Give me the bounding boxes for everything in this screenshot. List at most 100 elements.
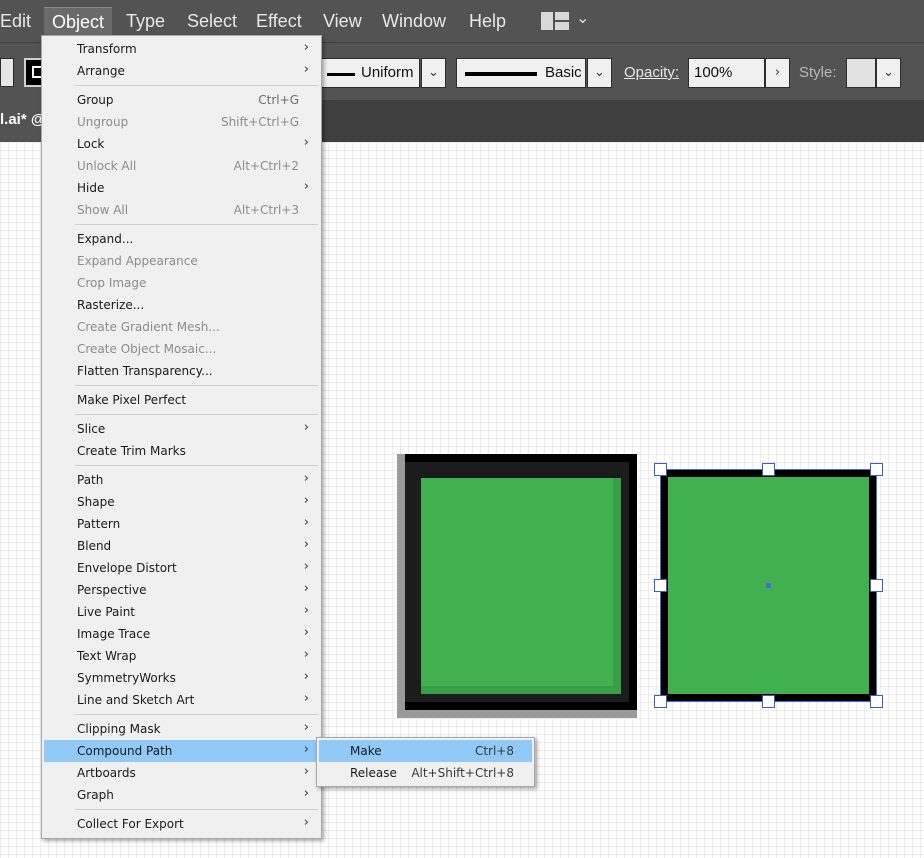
menu-item-hide[interactable]: Hide ›	[44, 177, 319, 199]
menu-view[interactable]: View	[315, 7, 370, 35]
menu-item-graph[interactable]: Graph ›	[44, 784, 319, 806]
resize-handle-bottom-right[interactable]	[870, 695, 883, 708]
menu-item-rasterize[interactable]: Rasterize...	[44, 294, 319, 316]
opacity-input[interactable]: 100%	[688, 58, 765, 88]
menu-item-artboards[interactable]: Artboards ›	[44, 762, 319, 784]
resize-handle-top[interactable]	[762, 463, 775, 476]
submenu-item-shortcut: Alt+Shift+Ctrl+8	[411, 766, 514, 780]
menu-item-compound-path[interactable]: Compound Path ›	[44, 740, 319, 762]
menu-item-perspective[interactable]: Perspective ›	[44, 579, 319, 601]
chevron-right-icon: ›	[303, 720, 309, 735]
profile-dropdown-button[interactable]: ⌄	[421, 58, 446, 88]
menu-item-transform[interactable]: Transform ›	[44, 38, 319, 60]
menu-help[interactable]: Help	[461, 7, 514, 35]
menu-item-label: Rasterize...	[77, 298, 145, 312]
menu-item-make-pixel-perfect[interactable]: Make Pixel Perfect	[44, 389, 319, 411]
compound-path-submenu: Make Ctrl+8 Release Alt+Shift+Ctrl+8	[316, 737, 535, 787]
menu-item-collect-for-export[interactable]: Collect For Export ›	[44, 813, 319, 835]
menu-item-show-all[interactable]: Show All Alt+Ctrl+3	[44, 199, 319, 221]
workspace-switcher-icon[interactable]	[541, 12, 569, 30]
menu-item-label: Expand Appearance	[77, 254, 198, 268]
menu-item-crop-image[interactable]: Crop Image	[44, 272, 319, 294]
menu-item-symmetryworks[interactable]: SymmetryWorks ›	[44, 667, 319, 689]
menu-item-unlock-all[interactable]: Unlock All Alt+Ctrl+2	[44, 155, 319, 177]
menu-item-line-and-sketch-art[interactable]: Line and Sketch Art ›	[44, 689, 319, 711]
variable-width-profile[interactable]: Uniform	[320, 58, 420, 88]
menu-item-label: Perspective	[77, 583, 147, 597]
menu-item-label: Transform	[77, 42, 137, 56]
menu-item-label: Crop Image	[77, 276, 147, 290]
menu-item-label: Show All	[77, 203, 129, 217]
opacity-label[interactable]: Opacity:	[624, 64, 679, 81]
menu-item-image-trace[interactable]: Image Trace ›	[44, 623, 319, 645]
menu-item-arrange[interactable]: Arrange ›	[44, 60, 319, 82]
menu-item-label: Path	[77, 473, 104, 487]
menu-select[interactable]: Select	[179, 7, 245, 35]
chevron-right-icon: ›	[303, 420, 309, 435]
profile-label: Uniform	[361, 64, 414, 81]
menu-separator	[75, 714, 318, 715]
menu-item-label: Lock	[77, 137, 105, 151]
chevron-down-icon[interactable]: ⌄	[576, 8, 589, 27]
style-dropdown-button[interactable]: ⌄	[876, 58, 901, 88]
menu-item-label: Graph	[77, 788, 114, 802]
chevron-right-icon: ›	[303, 786, 309, 801]
menu-object[interactable]: Object	[44, 7, 113, 35]
chevron-right-icon: ›	[303, 581, 309, 596]
fill-swatch[interactable]	[0, 58, 14, 87]
menu-item-shape[interactable]: Shape ›	[44, 491, 319, 513]
menu-item-live-paint[interactable]: Live Paint ›	[44, 601, 319, 623]
menu-item-text-wrap[interactable]: Text Wrap ›	[44, 645, 319, 667]
resize-handle-bottom[interactable]	[762, 695, 775, 708]
menu-item-label: Collect For Export	[77, 817, 184, 831]
menu-item-ungroup[interactable]: Ungroup Shift+Ctrl+G	[44, 111, 319, 133]
opacity-value: 100%	[694, 64, 733, 81]
menu-item-label: Text Wrap	[77, 649, 137, 663]
opacity-slider-button[interactable]: ›	[765, 58, 790, 88]
menu-item-create-object-mosaic[interactable]: Create Object Mosaic...	[44, 338, 319, 360]
menu-item-lock[interactable]: Lock ›	[44, 133, 319, 155]
submenu-item-make[interactable]: Make Ctrl+8	[319, 740, 532, 762]
menu-item-label: Create Gradient Mesh...	[77, 320, 220, 334]
document-tab-label: l.ai* @	[0, 111, 46, 128]
chevron-right-icon: ›	[303, 493, 309, 508]
menu-separator	[75, 385, 318, 386]
menu-effect[interactable]: Effect	[248, 7, 310, 35]
menu-window[interactable]: Window	[374, 7, 454, 35]
menu-item-envelope-distort[interactable]: Envelope Distort ›	[44, 557, 319, 579]
menu-item-label: Expand...	[77, 232, 134, 246]
menu-item-create-trim-marks[interactable]: Create Trim Marks	[44, 440, 319, 462]
chevron-right-icon: ›	[303, 471, 309, 486]
stroke-line-icon	[327, 73, 355, 76]
menu-item-flatten-transparency[interactable]: Flatten Transparency...	[44, 360, 319, 382]
resize-handle-top-right[interactable]	[870, 463, 883, 476]
graphic-style-swatch[interactable]	[846, 58, 876, 88]
resize-handle-right[interactable]	[870, 579, 883, 592]
menu-edit[interactable]: Edit	[0, 7, 39, 35]
resize-handle-left[interactable]	[654, 579, 667, 592]
menu-item-create-gradient-mesh[interactable]: Create Gradient Mesh...	[44, 316, 319, 338]
brush-dropdown-button[interactable]: ⌄	[587, 58, 612, 88]
menu-item-path[interactable]: Path ›	[44, 469, 319, 491]
chevron-right-icon: ›	[303, 603, 309, 618]
menu-separator	[75, 809, 318, 810]
menu-item-label: Create Object Mosaic...	[77, 342, 217, 356]
menu-item-clipping-mask[interactable]: Clipping Mask ›	[44, 718, 319, 740]
menu-item-pattern[interactable]: Pattern ›	[44, 513, 319, 535]
brush-definition[interactable]: Basic	[456, 58, 586, 88]
resize-handle-bottom-left[interactable]	[654, 695, 667, 708]
brush-label: Basic	[545, 64, 582, 81]
menu-type[interactable]: Type	[118, 7, 173, 35]
chevron-right-icon: ›	[303, 691, 309, 706]
menu-item-label: Blend	[77, 539, 112, 553]
menu-item-blend[interactable]: Blend ›	[44, 535, 319, 557]
menu-item-slice[interactable]: Slice ›	[44, 418, 319, 440]
menu-item-expand-appearance[interactable]: Expand Appearance	[44, 250, 319, 272]
chevron-right-icon: ›	[303, 62, 309, 77]
resize-handle-top-left[interactable]	[654, 463, 667, 476]
submenu-item-release[interactable]: Release Alt+Shift+Ctrl+8	[319, 762, 532, 784]
brush-stroke-icon	[465, 72, 537, 76]
menu-item-label: Hide	[77, 181, 105, 195]
menu-item-expand[interactable]: Expand...	[44, 228, 319, 250]
menu-item-group[interactable]: Group Ctrl+G	[44, 89, 319, 111]
